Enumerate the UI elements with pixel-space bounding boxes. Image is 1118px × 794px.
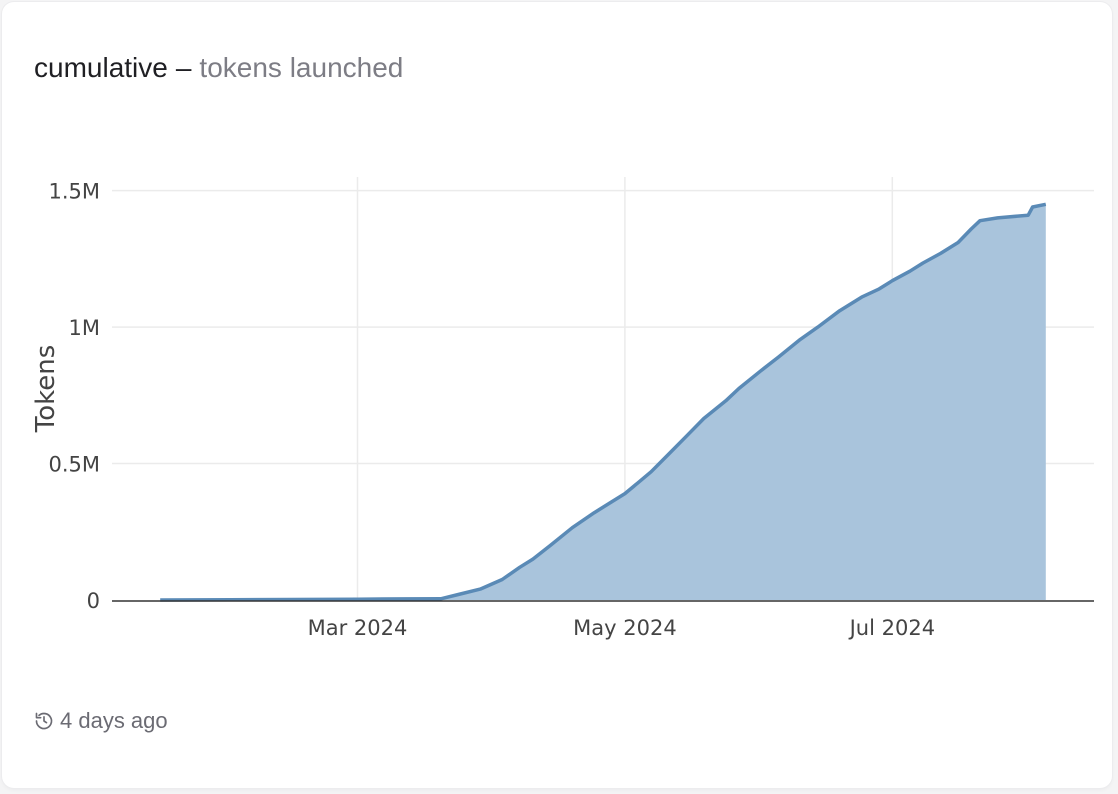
history-icon bbox=[35, 712, 53, 730]
last-updated-text: 4 days ago bbox=[60, 708, 168, 733]
chart-footer: 4 days ago bbox=[34, 708, 168, 734]
area-fill bbox=[160, 204, 1046, 601]
x-tick-label: May 2024 bbox=[573, 616, 677, 640]
chart-card: cumulative – tokens launched 0 0.5M 1M 1.5M Ma… bbox=[2, 2, 1112, 788]
x-tick-label: Mar 2024 bbox=[308, 616, 408, 640]
y-tick-label: 1.5M bbox=[48, 180, 100, 204]
y-tick-label: 0.5M bbox=[48, 453, 100, 477]
y-tick-label: 1M bbox=[69, 316, 100, 340]
y-axis-label: Tokens bbox=[31, 345, 61, 434]
y-tick-label: 0 bbox=[87, 589, 100, 613]
area-chart: 0 0.5M 1M 1.5M Mar 2024 May 2024 Jul 2024 Token… bbox=[31, 177, 1094, 640]
x-tick-label: Jul 2024 bbox=[848, 616, 935, 640]
